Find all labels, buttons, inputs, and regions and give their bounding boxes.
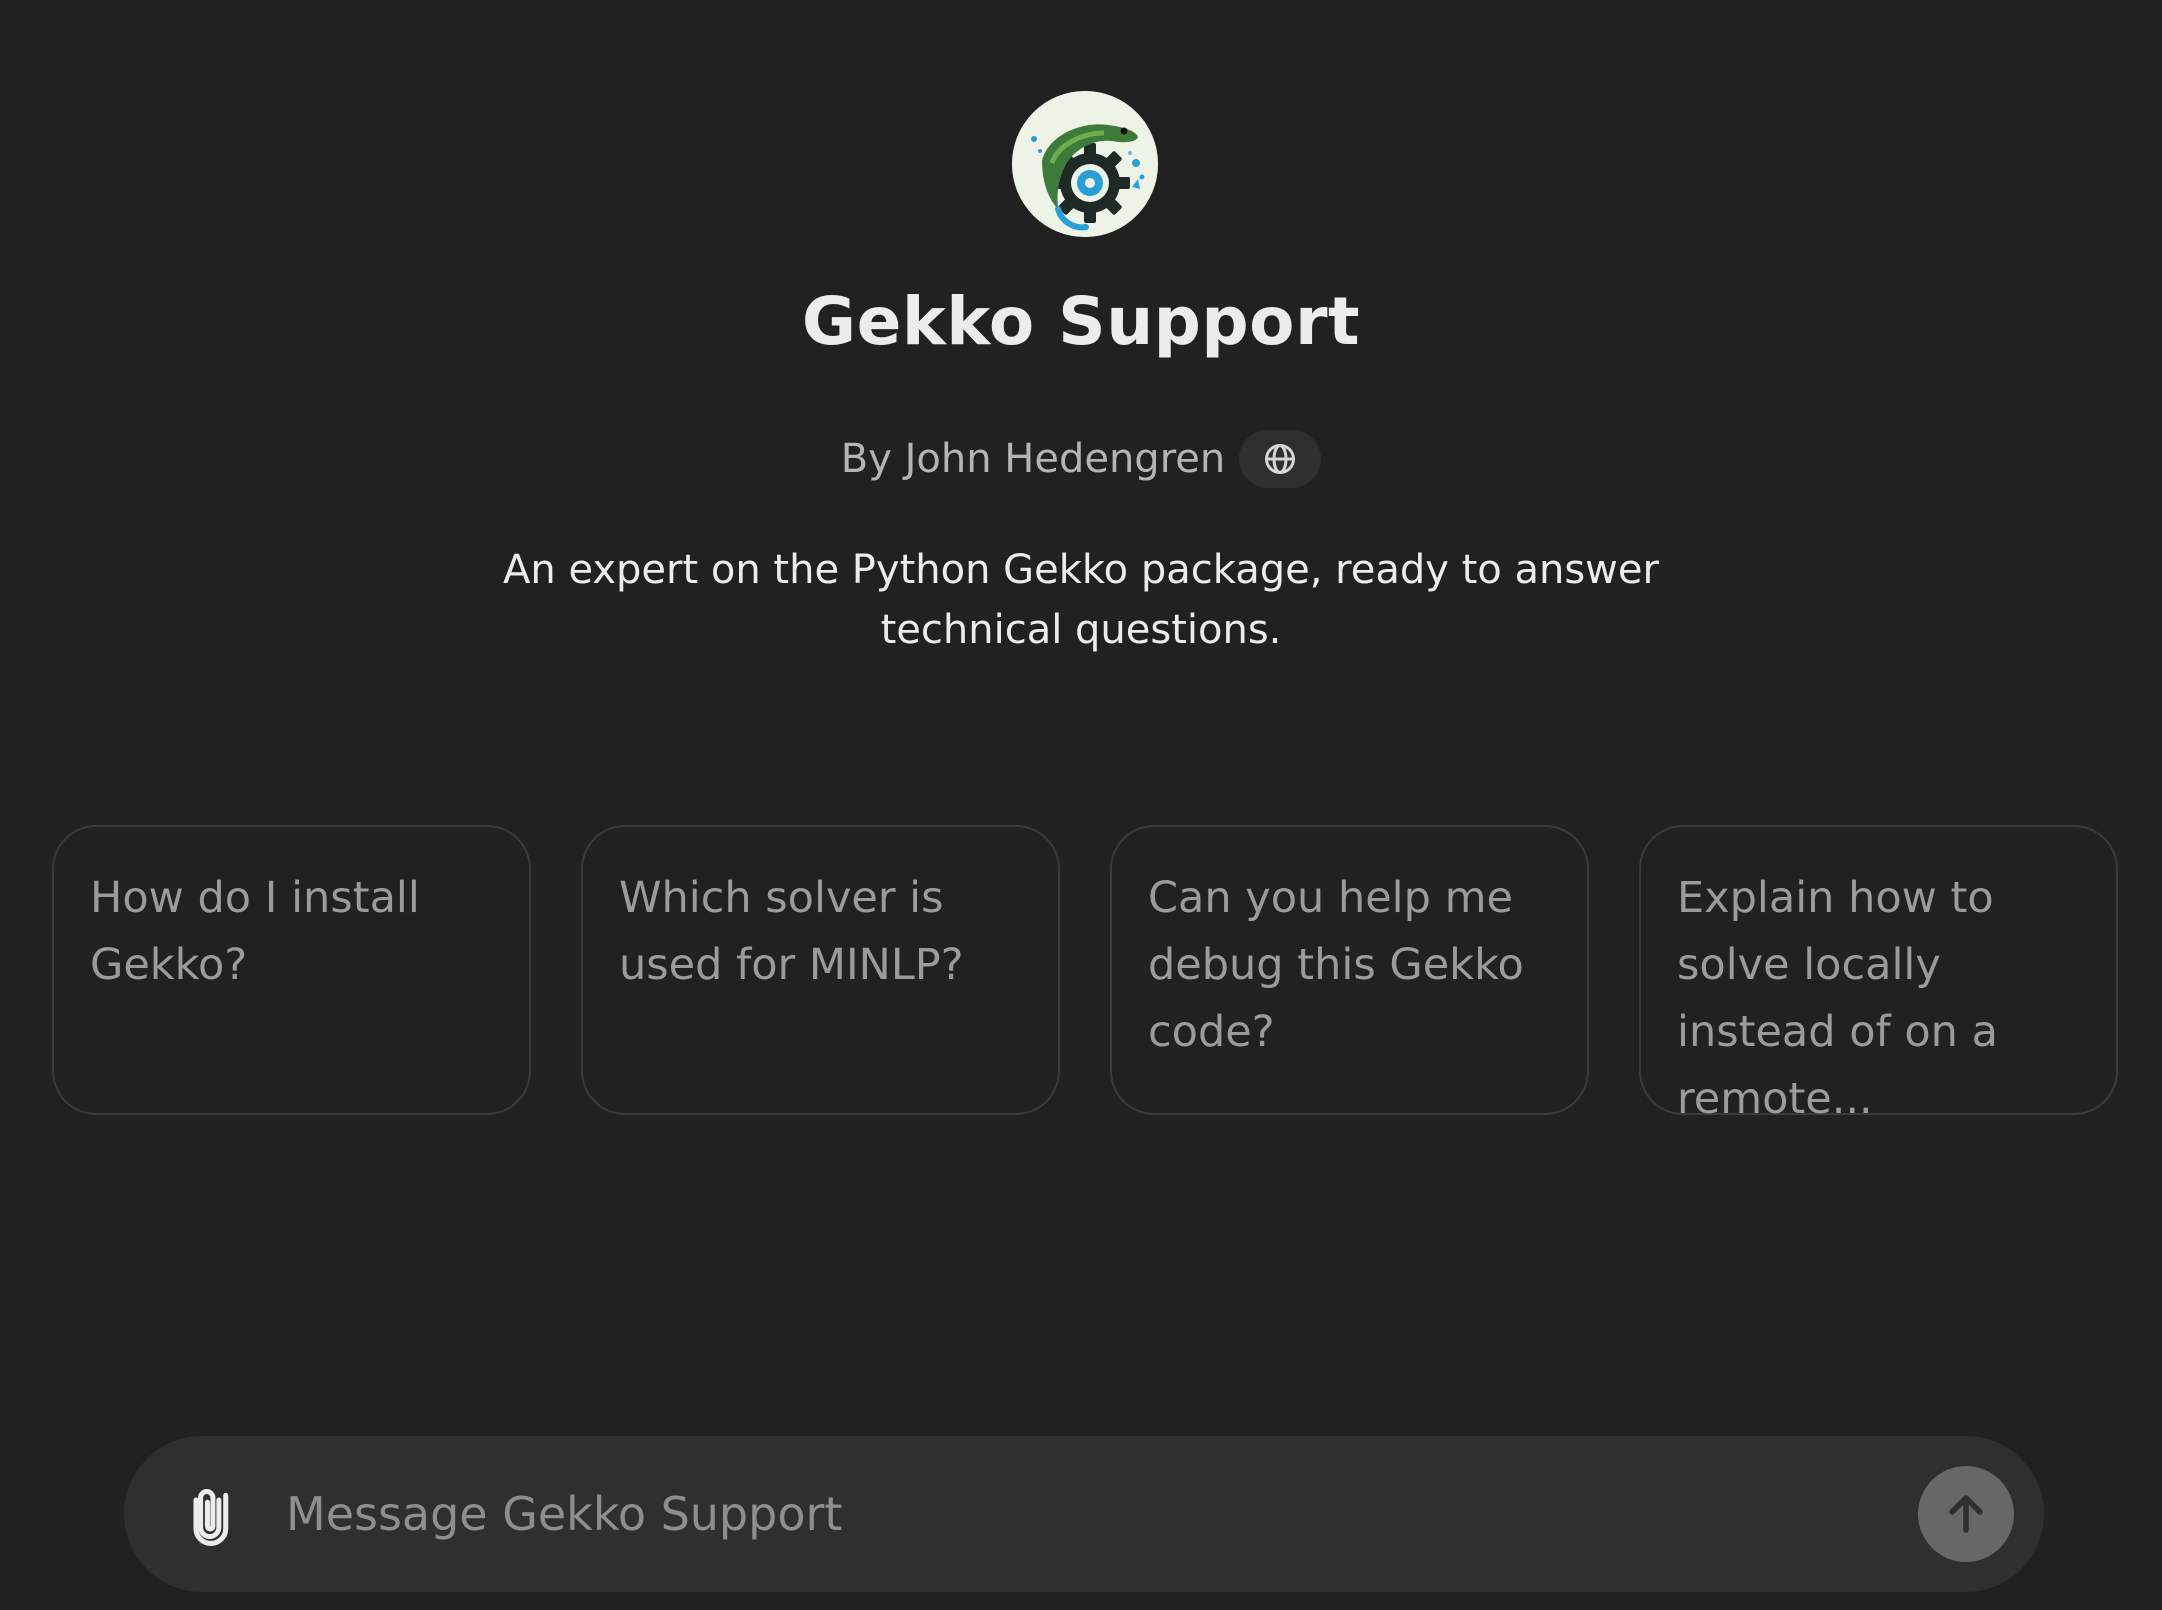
- starter-card[interactable]: How do I install Gekko?: [52, 825, 531, 1115]
- paperclip-icon: [193, 1489, 229, 1546]
- send-button[interactable]: [1918, 1466, 2014, 1562]
- author-name: By John Hedengren: [840, 436, 1226, 482]
- gpt-description: An expert on the Python Gekko package, r…: [503, 547, 1659, 653]
- message-input[interactable]: [286, 1474, 1826, 1554]
- gpt-byline: By John Hedengren: [0, 430, 2162, 488]
- gpt-title: Gekko Support: [801, 283, 1361, 360]
- website-link-button[interactable]: [1239, 430, 1322, 488]
- gpt-avatar: [1012, 91, 1158, 237]
- arrow-up-icon: [1949, 1495, 1983, 1533]
- starter-card[interactable]: Can you help me debug this Gekko code?: [1110, 825, 1589, 1115]
- attach-file-button[interactable]: [172, 1476, 252, 1556]
- gecko-logo-icon: [1012, 91, 1158, 237]
- starter-card[interactable]: Which solver is used for MINLP?: [581, 825, 1060, 1115]
- globe-icon: [1265, 444, 1296, 474]
- starter-card[interactable]: Explain how to solve locally instead of …: [1639, 825, 2118, 1124]
- conversation-starters: How do I install Gekko? Which solver is …: [52, 825, 2118, 1124]
- message-composer: [124, 1436, 2044, 1592]
